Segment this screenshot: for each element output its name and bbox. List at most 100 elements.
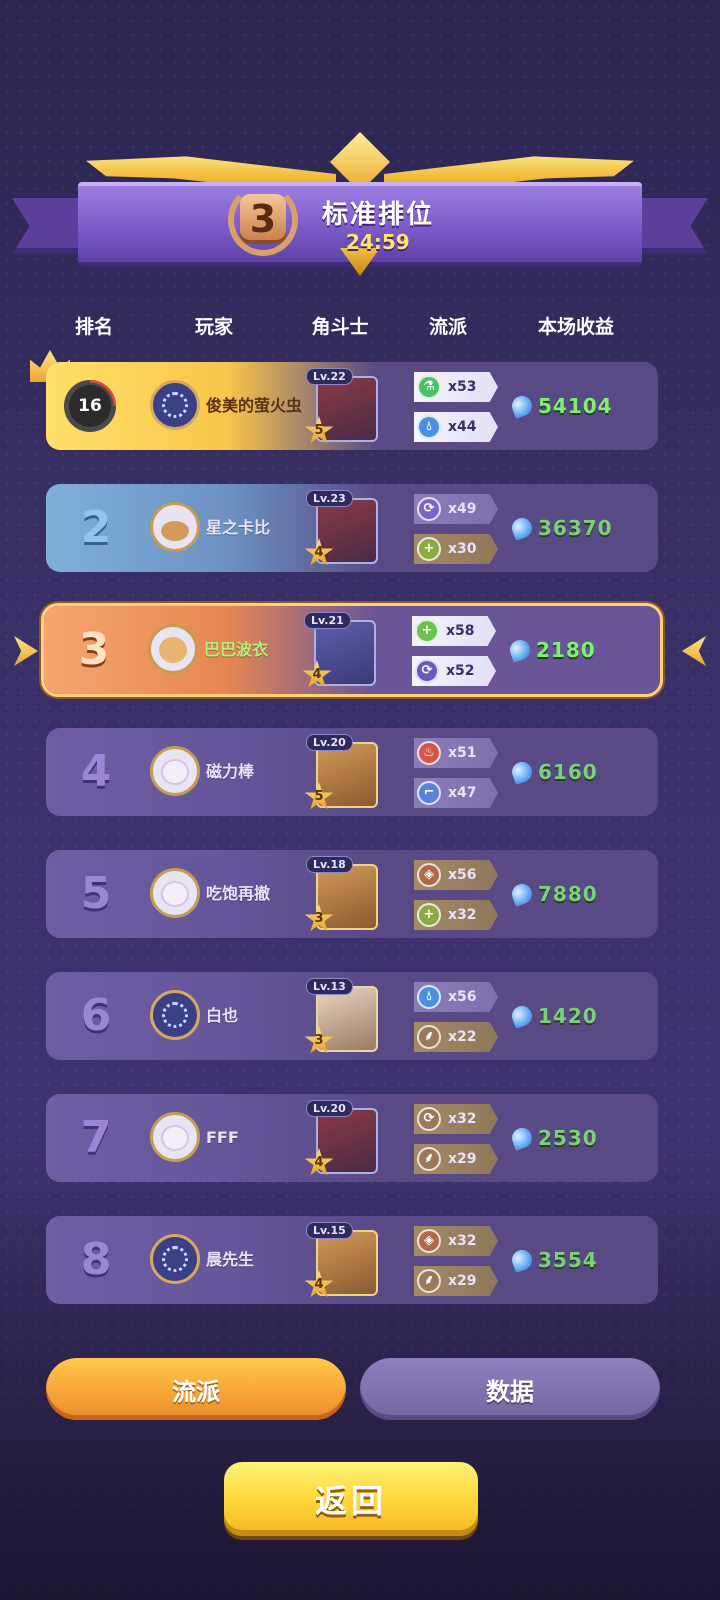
rank-number: 7 <box>80 1112 112 1163</box>
health-badge: 16 <box>64 380 116 432</box>
feather-icon: ⸙ <box>417 1269 441 1293</box>
tab-data[interactable]: 数据 <box>360 1358 660 1420</box>
rank-number: 4 <box>80 746 112 797</box>
star-count: 5 <box>314 789 324 804</box>
player-name: FFF <box>206 1128 239 1147</box>
trait-badge[interactable]: ⟳ x49 <box>414 494 498 524</box>
rank-number: 6 <box>80 990 112 1041</box>
table-row[interactable]: 6 白也 Lv.13 3 💧︎ x56 ⸙ x22 1420 <box>46 972 658 1060</box>
player-name: 晨先生 <box>206 1250 255 1269</box>
avatar[interactable] <box>150 380 200 430</box>
gladiator-portrait[interactable]: Lv.23 4 <box>304 490 378 566</box>
earnings: 1420 <box>509 972 598 1060</box>
trait-badge[interactable]: ⸙ x29 <box>414 1144 498 1174</box>
table-row[interactable]: 2 星之卡比 Lv.23 4 ⟳ x49 + x30 36370 <box>46 484 658 572</box>
star-count: 4 <box>314 1277 324 1292</box>
gladiator-portrait[interactable]: Lv.20 4 <box>304 1100 378 1176</box>
trait-badge[interactable]: + x58 <box>412 616 496 646</box>
mode-title: 标准排位 <box>322 200 435 230</box>
avatar[interactable] <box>150 1234 200 1284</box>
trait-badge[interactable]: + x32 <box>414 900 498 930</box>
rank-number: 2 <box>80 502 112 553</box>
trait-badge[interactable]: ♨ x51 <box>414 738 498 768</box>
trait-badge[interactable]: ◈ x56 <box>414 860 498 890</box>
player-name: 磁力棒 <box>206 762 255 781</box>
avatar[interactable] <box>150 868 200 918</box>
final-rank: 3 <box>240 194 286 244</box>
earnings: 54104 <box>509 362 613 450</box>
table-row[interactable]: 4 磁力棒 Lv.20 5 ♨ x51 ⌐ x47 6160 <box>46 728 658 816</box>
column-header-style: 流派 <box>428 316 468 338</box>
shield-icon: ◈ <box>417 863 441 887</box>
gem-icon <box>509 1125 535 1151</box>
column-header-rank: 排名 <box>74 316 114 338</box>
table-row[interactable]: 8 晨先生 Lv.15 4 ◈ x32 ⸙ x29 3554 <box>46 1216 658 1304</box>
column-header-earnings: 本场收益 <box>537 316 615 338</box>
gem-icon <box>509 881 535 907</box>
plus-icon: + <box>415 619 439 643</box>
star-count: 3 <box>314 1033 324 1048</box>
earnings: 2530 <box>509 1094 598 1182</box>
table-row-self[interactable]: 3 巴巴波衣 Lv.21 4 + x58 ⟳ x52 2180 <box>44 606 660 694</box>
trait-badge[interactable]: ⟳ x32 <box>414 1104 498 1134</box>
trait-badge[interactable]: + x30 <box>414 534 498 564</box>
gladiator-portrait[interactable]: Lv.15 4 <box>304 1222 378 1298</box>
gladiator-portrait[interactable]: Lv.21 4 <box>302 612 376 688</box>
star-count: 5 <box>314 423 324 438</box>
star-count: 4 <box>314 545 324 560</box>
player-name: 巴巴波衣 <box>204 640 269 659</box>
shield-icon: ◈ <box>417 1229 441 1253</box>
avatar[interactable] <box>150 990 200 1040</box>
column-header-player: 玩家 <box>194 316 234 338</box>
self-pointer-left-icon <box>14 636 38 666</box>
trait-badge[interactable]: ⚗ x53 <box>414 372 498 402</box>
gladiator-level: Lv.20 <box>306 734 353 751</box>
avatar[interactable] <box>148 624 198 674</box>
trait-badge[interactable]: ⸙ x22 <box>414 1022 498 1052</box>
player-name: 星之卡比 <box>206 518 271 537</box>
avatar[interactable] <box>150 746 200 796</box>
avatar[interactable] <box>150 1112 200 1162</box>
potion-icon: ⚗ <box>417 375 441 399</box>
gladiator-level: Lv.23 <box>306 490 353 507</box>
gem-icon <box>509 759 535 785</box>
self-pointer-right-icon <box>682 636 706 666</box>
avatar[interactable] <box>150 502 200 552</box>
table-row[interactable]: 16 俊美的萤火虫 Lv.22 5 ⚗ x53 💧︎ x44 54104 <box>46 362 658 450</box>
earnings: 7880 <box>509 850 598 938</box>
gladiator-level: Lv.15 <box>306 1222 353 1239</box>
player-name: 白也 <box>206 1006 239 1025</box>
earnings: 3554 <box>509 1216 598 1304</box>
gladiator-level: Lv.18 <box>306 856 353 873</box>
earnings: 6160 <box>509 728 598 816</box>
loading-icon <box>162 1002 188 1028</box>
feather-icon: ⸙ <box>417 1147 441 1171</box>
trait-badge[interactable]: ◈ x32 <box>414 1226 498 1256</box>
tab-style[interactable]: 流派 <box>46 1358 346 1420</box>
feather-icon: ⸙ <box>417 1025 441 1049</box>
trait-badge[interactable]: ⟳ x52 <box>412 656 496 686</box>
table-row[interactable]: 7 FFF Lv.20 4 ⟳ x32 ⸙ x29 2530 <box>46 1094 658 1182</box>
gladiator-portrait[interactable]: Lv.22 5 <box>304 368 378 444</box>
trait-badge[interactable]: ⸙ x29 <box>414 1266 498 1296</box>
gladiator-portrait[interactable]: Lv.20 5 <box>304 734 378 810</box>
star-count: 4 <box>314 1155 324 1170</box>
gladiator-portrait[interactable]: Lv.18 3 <box>304 856 378 932</box>
gladiator-portrait[interactable]: Lv.13 3 <box>304 978 378 1054</box>
earnings: 36370 <box>509 484 613 572</box>
cycle-icon: ⟳ <box>415 659 439 683</box>
rank-banner: 3 标准排位 24:59 <box>0 120 720 290</box>
trait-badge[interactable]: 💧︎ x44 <box>414 412 498 442</box>
trait-badge[interactable]: ⌐ x47 <box>414 778 498 808</box>
back-button[interactable]: 返回 <box>224 1462 478 1536</box>
trait-badge[interactable]: 💧︎ x56 <box>414 982 498 1012</box>
player-name: 吃饱再撤 <box>206 884 271 903</box>
gem-icon <box>509 1247 535 1273</box>
cycle-icon: ⟳ <box>417 497 441 521</box>
gladiator-level: Lv.13 <box>306 978 353 995</box>
player-name: 俊美的萤火虫 <box>206 396 303 415</box>
plus-icon: + <box>417 903 441 927</box>
loading-icon <box>162 392 188 418</box>
table-row[interactable]: 5 吃饱再撤 Lv.18 3 ◈ x56 + x32 7880 <box>46 850 658 938</box>
water-drop-icon: 💧︎ <box>417 985 441 1009</box>
